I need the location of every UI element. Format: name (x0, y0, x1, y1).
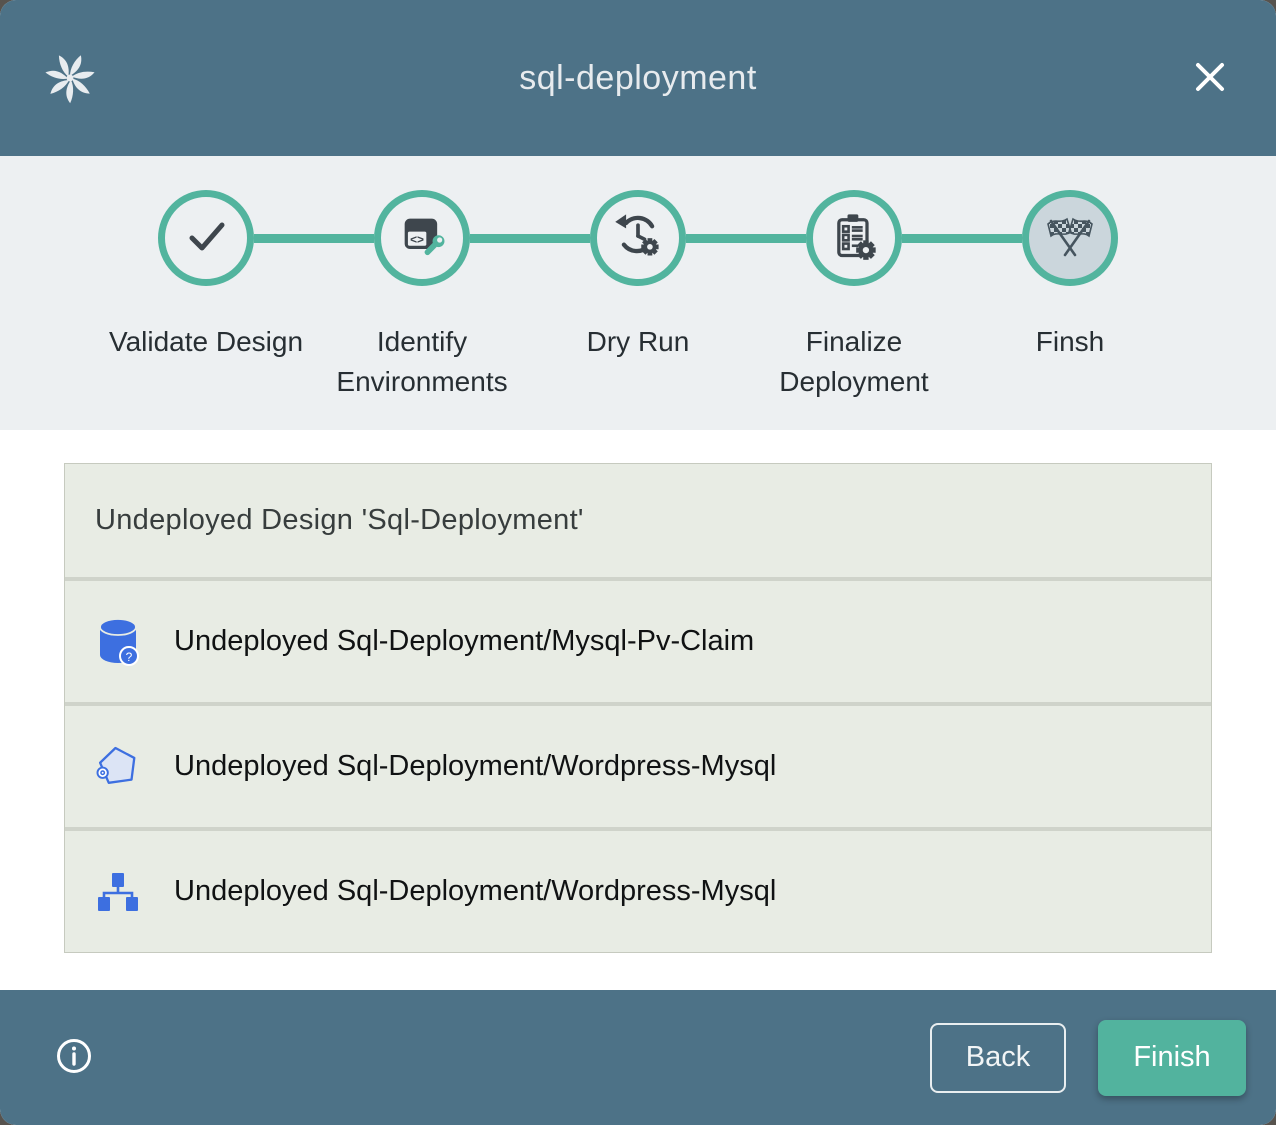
stepper-connector (254, 234, 374, 243)
deployment-results-panel: Undeployed Design 'Sql-Deployment' ? Und… (64, 463, 1212, 953)
svg-text:<>: <> (410, 232, 424, 246)
results-content: Undeployed Design 'Sql-Deployment' ? Und… (0, 430, 1276, 990)
close-icon (1192, 59, 1228, 98)
deployment-wizard-dialog: sql-deployment (0, 0, 1276, 1125)
svg-text:?: ? (126, 650, 133, 664)
stepper-connector (470, 234, 590, 243)
result-row-wordpress-mysql-deployment: Undeployed Sql-Deployment/Wordpress-Mysq… (65, 831, 1211, 952)
step-label-finish: Finsh (962, 322, 1178, 402)
step-label-finalize-deployment: Finalize Deployment (746, 322, 962, 402)
info-icon (54, 1036, 94, 1079)
stepper-connector (686, 234, 806, 243)
result-row-wordpress-mysql-service: Undeployed Sql-Deployment/Wordpress-Mysq… (65, 706, 1211, 827)
step-label-dry-run: Dry Run (530, 322, 746, 402)
info-button[interactable] (52, 1036, 96, 1080)
result-row-text: Undeployed Sql-Deployment/Wordpress-Mysq… (174, 750, 776, 783)
refresh-gear-icon (612, 210, 664, 267)
stepper-labels: Validate Design Identify Environments Dr… (0, 322, 1276, 402)
step-finish[interactable] (1022, 190, 1118, 286)
step-identify-environments[interactable]: <> (374, 190, 470, 286)
checkered-flags-icon (1042, 208, 1098, 269)
dialog-header: sql-deployment (0, 0, 1276, 156)
stepper-connector (902, 234, 1022, 243)
dialog-footer: Back Finish (0, 990, 1276, 1125)
result-row-text: Undeployed Sql-Deployment/Wordpress-Mysq… (174, 875, 776, 908)
database-icon: ? (95, 616, 141, 668)
check-icon (178, 208, 234, 269)
step-finalize-deployment[interactable] (806, 190, 902, 286)
dialog-title: sql-deployment (0, 59, 1276, 98)
step-label-identify-environments: Identify Environments (314, 322, 530, 402)
deployment-stepper: <> (0, 156, 1276, 430)
step-dry-run[interactable] (590, 190, 686, 286)
stepper-circles: <> (0, 190, 1276, 286)
pentagon-icon (95, 741, 141, 793)
finish-button[interactable]: Finish (1098, 1020, 1246, 1096)
back-button[interactable]: Back (930, 1023, 1066, 1093)
results-header-row: Undeployed Design 'Sql-Deployment' (65, 464, 1211, 577)
step-label-validate-design: Validate Design (98, 322, 314, 402)
result-row-mysql-pv-claim: ? Undeployed Sql-Deployment/Mysql-Pv-Cla… (65, 581, 1211, 702)
results-header-text: Undeployed Design 'Sql-Deployment' (95, 504, 584, 537)
hierarchy-icon (95, 866, 141, 918)
close-button[interactable] (1188, 56, 1232, 100)
code-window-wrench-icon: <> (396, 210, 448, 267)
result-row-text: Undeployed Sql-Deployment/Mysql-Pv-Claim (174, 625, 754, 658)
clipboard-gear-icon (828, 210, 880, 267)
step-validate-design[interactable] (158, 190, 254, 286)
